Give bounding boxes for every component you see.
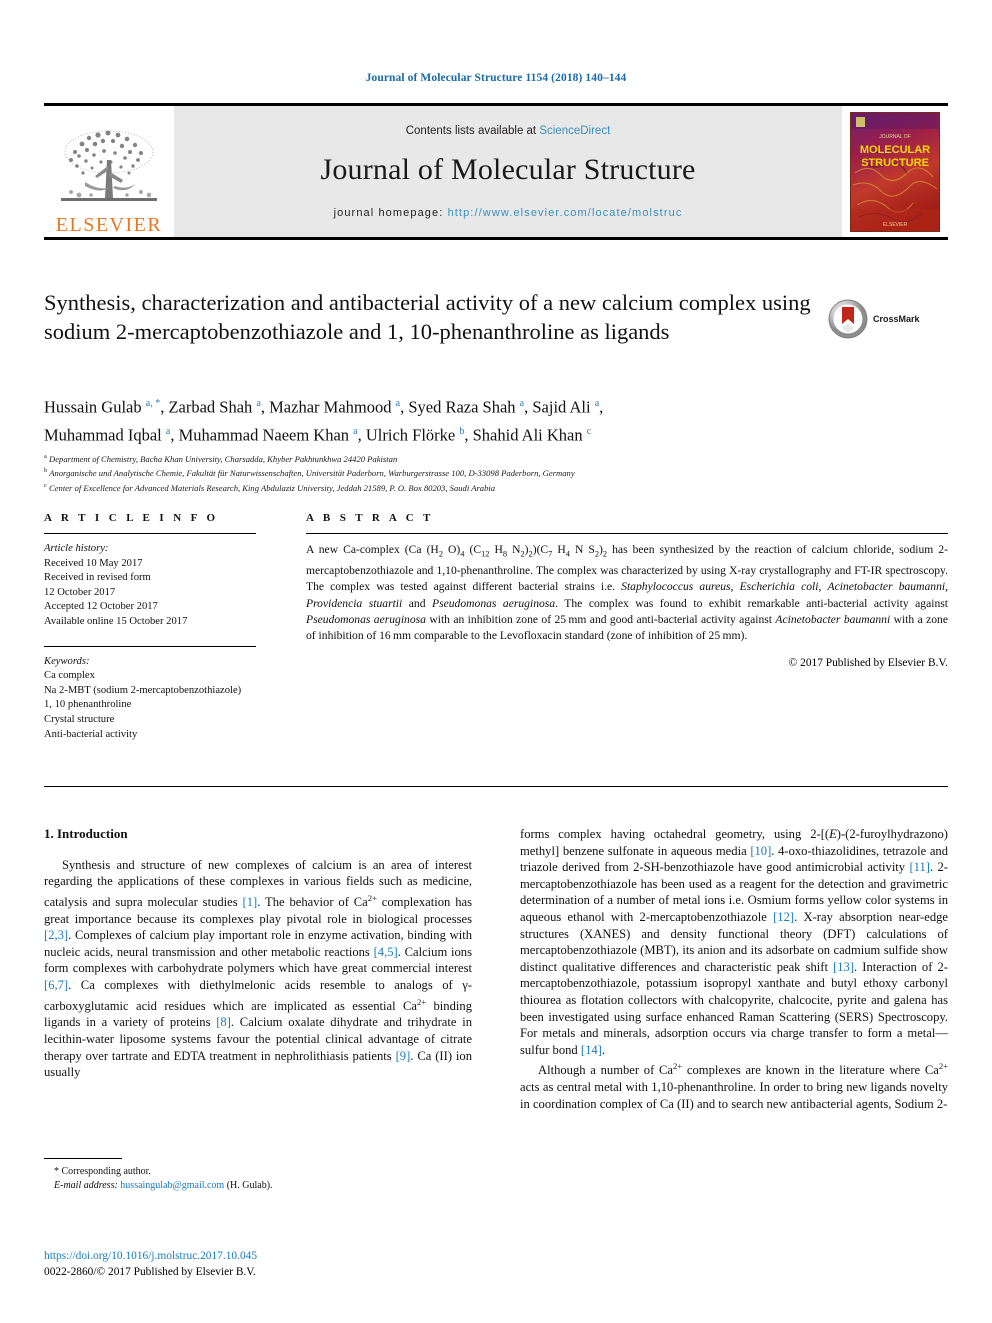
body-column-left: 1. Introduction Synthesis and structure … bbox=[44, 826, 472, 1112]
history-item: Received in revised form bbox=[44, 572, 151, 584]
svg-text:ELSEVIER: ELSEVIER bbox=[883, 222, 908, 228]
journal-band: Contents lists available at ScienceDirec… bbox=[174, 106, 842, 237]
affiliation-mark: b bbox=[44, 467, 48, 475]
history-item: Available online 15 October 2017 bbox=[44, 615, 188, 627]
svg-text:STRUCTURE: STRUCTURE bbox=[861, 157, 929, 169]
affiliation-text: Department of Chemistry, Bacha Khan Univ… bbox=[49, 453, 398, 464]
author-list: Hussain Gulab a, *, Zarbad Shah a, Mazha… bbox=[44, 392, 894, 447]
keyword-item: Crystal structure bbox=[44, 713, 115, 725]
crossmark-icon bbox=[828, 299, 868, 339]
footer-doi-block: https://doi.org/10.1016/j.molstruc.2017.… bbox=[44, 1248, 544, 1280]
journal-cover-thumbnail: JOURNAL OF MOLECULAR STRUCTURE ELSEVIER bbox=[842, 106, 948, 237]
affiliation-text: Center of Excellence for Advanced Materi… bbox=[49, 482, 496, 493]
paragraph: Synthesis and structure of new complexes… bbox=[44, 857, 473, 1080]
affiliation-mark: c bbox=[44, 481, 47, 489]
page-title: Synthesis, characterization and antibact… bbox=[44, 290, 811, 344]
keyword-item: 1, 10 phenanthroline bbox=[44, 699, 132, 711]
section-heading-introduction: 1. Introduction bbox=[44, 826, 128, 841]
info-abstract-region: A R T I C L E I N F O Article history: R… bbox=[44, 512, 948, 742]
email-line: E-mail address: hussaingulab@gmail.com (… bbox=[44, 1179, 472, 1193]
title-block: Synthesis, characterization and antibact… bbox=[44, 288, 834, 346]
contents-prefix: Contents lists available at bbox=[405, 124, 540, 137]
crossmark-label: CrossMark bbox=[873, 314, 920, 324]
body-column-right: forms complex having octahedral geometry… bbox=[520, 826, 948, 1112]
running-head: Journal of Molecular Structure 1154 (201… bbox=[365, 72, 627, 84]
contents-available-line: Contents lists available at ScienceDirec… bbox=[406, 125, 611, 137]
abstract-text: A new Ca-complex (Ca (H2 O)4 (C12 H8 N2)… bbox=[306, 543, 948, 643]
history-item: Received 10 May 2017 bbox=[44, 557, 143, 569]
crossmark-badge[interactable]: CrossMark bbox=[828, 296, 948, 342]
elsevier-tree-icon bbox=[61, 130, 157, 201]
elsevier-logo: ELSEVIER bbox=[44, 106, 174, 237]
keyword-item: Na 2-MBT (sodium 2-mercaptobenzothiazole… bbox=[44, 684, 242, 696]
keyword-item: Ca complex bbox=[44, 670, 95, 682]
journal-masthead: ELSEVIER Contents lists available at Sci… bbox=[44, 103, 948, 240]
issn-copyright-line: 0022-2860/© 2017 Published by Elsevier B… bbox=[44, 1266, 256, 1278]
keyword-item: Anti-bacterial activity bbox=[44, 728, 138, 740]
email-suffix: (H. Gulab). bbox=[224, 1179, 273, 1191]
affiliation-mark: a bbox=[44, 453, 47, 460]
elsevier-wordmark: ELSEVIER bbox=[55, 214, 163, 236]
author-line-1: Hussain Gulab a, *, Zarbad Shah a, Mazha… bbox=[44, 397, 604, 417]
keywords-block: Keywords: Ca complex Na 2-MBT (sodium 2-… bbox=[44, 645, 256, 743]
history-item: Accepted 12 October 2017 bbox=[44, 601, 158, 613]
paragraph: forms complex having octahedral geometry… bbox=[520, 827, 948, 1057]
homepage-prefix: journal homepage: bbox=[333, 206, 448, 219]
article-info-heading: A R T I C L E I N F O bbox=[44, 512, 219, 524]
body-divider bbox=[44, 786, 948, 787]
affiliation-list: a Department of Chemistry, Bacha Khan Un… bbox=[44, 451, 924, 494]
corresponding-author-footnote: * Corresponding author. E-mail address: … bbox=[44, 1158, 472, 1192]
affiliation-text: Anorganische und Analytische Chemie, Fak… bbox=[49, 468, 575, 479]
paper-page: Journal of Molecular Structure 1154 (201… bbox=[0, 0, 992, 1323]
affiliation-item: b Anorganische und Analytische Chemie, F… bbox=[44, 465, 924, 479]
keywords-label: Keywords: bbox=[44, 655, 90, 667]
author-line-2: Muhammad Iqbal a, Muhammad Naeem Khan a,… bbox=[44, 425, 592, 444]
email-label: E-mail address: bbox=[54, 1179, 121, 1191]
affiliation-item: c Center of Excellence for Advanced Mate… bbox=[44, 480, 924, 494]
email-link[interactable]: hussaingulab@gmail.com bbox=[120, 1180, 224, 1191]
history-item: 12 October 2017 bbox=[44, 586, 116, 598]
journal-homepage-line: journal homepage: http://www.elsevier.co… bbox=[334, 207, 683, 219]
corresponding-author-line: * Corresponding author. bbox=[54, 1166, 151, 1177]
doi-link[interactable]: https://doi.org/10.1016/j.molstruc.2017.… bbox=[44, 1248, 544, 1264]
abstract-heading: A B S T R A C T bbox=[306, 512, 434, 524]
affiliation-item: a Department of Chemistry, Bacha Khan Un… bbox=[44, 451, 924, 465]
svg-text:JOURNAL OF: JOURNAL OF bbox=[879, 134, 910, 140]
sciencedirect-link[interactable]: ScienceDirect bbox=[539, 125, 610, 137]
abstract-column: A B S T R A C T A new Ca-complex (Ca (H2… bbox=[306, 512, 948, 742]
article-info-column: A R T I C L E I N F O Article history: R… bbox=[44, 512, 256, 742]
svg-text:MOLECULAR: MOLECULAR bbox=[860, 144, 930, 156]
article-history-block: Article history: Received 10 May 2017 Re… bbox=[44, 542, 256, 630]
homepage-url-link[interactable]: http://www.elsevier.com/locate/molstruc bbox=[448, 207, 683, 219]
footnote-rule bbox=[44, 1158, 122, 1159]
article-history-label: Article history: bbox=[44, 543, 109, 554]
paragraph: Although a number of Ca2+ complexes are … bbox=[520, 1061, 948, 1111]
body-columns: 1. Introduction Synthesis and structure … bbox=[44, 826, 948, 1112]
cover-artwork-icon: JOURNAL OF MOLECULAR STRUCTURE ELSEVIER bbox=[851, 112, 939, 231]
abstract-copyright: © 2017 Published by Elsevier B.V. bbox=[788, 656, 948, 669]
journal-title: Journal of Molecular Structure bbox=[320, 152, 696, 186]
